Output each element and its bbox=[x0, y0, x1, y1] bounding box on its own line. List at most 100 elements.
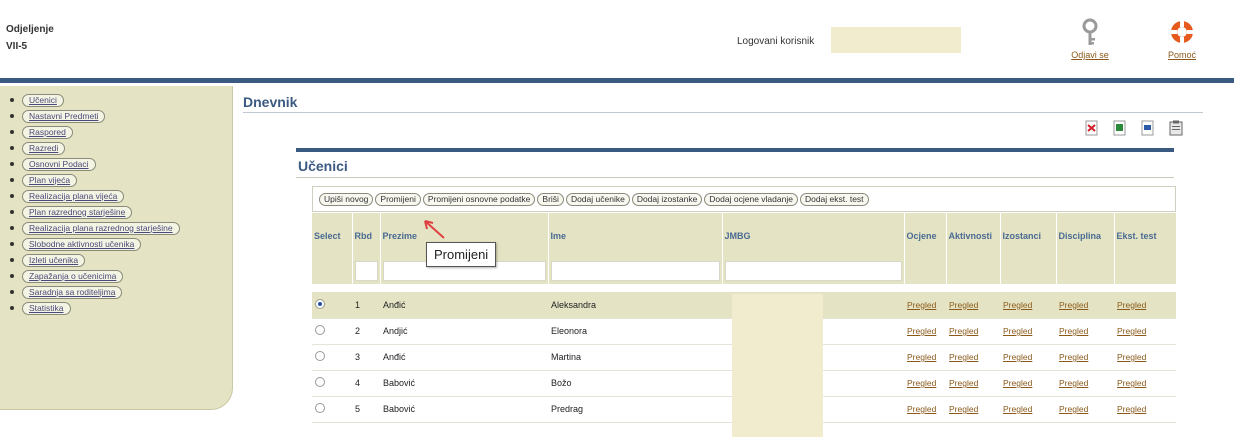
sidebar-item-realizacija-plana-vijeca[interactable]: Realizacija plana vijeća bbox=[10, 188, 232, 204]
column-header-ime[interactable]: Ime bbox=[548, 213, 723, 258]
sidebar-item-slobodne-aktivnosti[interactable]: Slobodne aktivnosti učenika bbox=[10, 236, 232, 252]
sidebar-item-label[interactable]: Realizacija plana razrednog starješine bbox=[22, 221, 180, 235]
sidebar-item-ucenici[interactable]: Učenici bbox=[10, 92, 232, 108]
cell-prezime: Andjić bbox=[380, 318, 548, 345]
ocjene-link[interactable]: Pregled bbox=[907, 300, 936, 310]
row-select-radio[interactable] bbox=[315, 351, 325, 361]
edit-button[interactable]: Promijeni bbox=[375, 192, 421, 206]
disciplina-link[interactable]: Pregled bbox=[1059, 300, 1088, 310]
filter-cell bbox=[312, 258, 353, 284]
column-header-aktivnosti[interactable]: Aktivnosti bbox=[946, 213, 1001, 258]
pdf-icon[interactable] bbox=[1085, 120, 1099, 136]
edit-basic-data-button[interactable]: Promijeni osnovne podatke bbox=[422, 192, 536, 206]
ekst-test-link[interactable]: Pregled bbox=[1117, 326, 1146, 336]
sidebar-item-label[interactable]: Raspored bbox=[22, 125, 73, 139]
row-select-radio[interactable] bbox=[315, 377, 325, 387]
add-conduct-grades-button[interactable]: Dodaj ocjene vladanje bbox=[704, 192, 798, 206]
logout-link[interactable]: Odjavi se bbox=[1065, 50, 1115, 60]
izostanci-link[interactable]: Pregled bbox=[1003, 326, 1032, 336]
sidebar-item-label[interactable]: Osnovni Podaci bbox=[22, 157, 96, 171]
sidebar-item-label[interactable]: Učenici bbox=[22, 93, 64, 107]
row-select-radio[interactable] bbox=[315, 298, 325, 309]
ekst-test-link[interactable]: Pregled bbox=[1117, 300, 1146, 310]
bullet-icon bbox=[10, 306, 14, 310]
sidebar-item-zapazanja[interactable]: Zapažanja o učenicima bbox=[10, 268, 232, 284]
add-new-button[interactable]: Upiši novog bbox=[319, 192, 374, 206]
column-header-rbd[interactable]: Rbd bbox=[352, 213, 381, 258]
filter-input-rbd[interactable] bbox=[354, 261, 378, 281]
ocjene-link[interactable]: Pregled bbox=[907, 352, 936, 362]
panel-divider bbox=[296, 148, 1174, 152]
sidebar-item-label[interactable]: Plan razrednog starješine bbox=[22, 205, 133, 219]
sidebar-item-label[interactable]: Zapažanja o učenicima bbox=[22, 269, 124, 283]
ekst-test-link[interactable]: Pregled bbox=[1117, 404, 1146, 414]
delete-button[interactable]: Briši bbox=[537, 192, 564, 206]
aktivnosti-link[interactable]: Pregled bbox=[949, 352, 978, 362]
sidebar-item-osnovni-podaci[interactable]: Osnovni Podaci bbox=[10, 156, 232, 172]
logout-button[interactable]: Odjavi se bbox=[1065, 18, 1115, 60]
ekst-test-link[interactable]: Pregled bbox=[1117, 378, 1146, 388]
disciplina-link[interactable]: Pregled bbox=[1059, 352, 1088, 362]
sidebar-item-raspored[interactable]: Raspored bbox=[10, 124, 232, 140]
disciplina-link[interactable]: Pregled bbox=[1059, 326, 1088, 336]
cell-prezime: Anđić bbox=[380, 292, 548, 319]
column-header-izostanci[interactable]: Izostanci bbox=[1000, 213, 1057, 258]
ocjene-link[interactable]: Pregled bbox=[907, 326, 936, 336]
filter-cell bbox=[1000, 258, 1057, 284]
column-header-jmbg[interactable]: JMBG bbox=[722, 213, 905, 258]
sidebar-nav: Učenici Nastavni Predmeti Raspored Razre… bbox=[0, 86, 233, 410]
row-select-radio[interactable] bbox=[315, 403, 325, 413]
add-ext-test-button[interactable]: Dodaj ekst. test bbox=[799, 192, 869, 206]
sidebar-item-label[interactable]: Plan vijeća bbox=[22, 173, 78, 187]
column-header-disciplina[interactable]: Disciplina bbox=[1056, 213, 1115, 258]
sidebar-item-plan-razrednog-starjesine[interactable]: Plan razrednog starješine bbox=[10, 204, 232, 220]
izostanci-link[interactable]: Pregled bbox=[1003, 378, 1032, 388]
sidebar-item-label[interactable]: Statistika bbox=[22, 301, 71, 315]
sidebar-item-label[interactable]: Izleti učenika bbox=[22, 253, 86, 267]
sidebar-item-razredi[interactable]: Razredi bbox=[10, 140, 232, 156]
sidebar-item-izleti-ucenika[interactable]: Izleti učenika bbox=[10, 252, 232, 268]
filter-cell bbox=[548, 258, 723, 284]
key-icon bbox=[1082, 18, 1098, 45]
ekst-test-link[interactable]: Pregled bbox=[1117, 352, 1146, 362]
clipboard-icon[interactable] bbox=[1169, 120, 1183, 136]
excel-icon[interactable] bbox=[1113, 120, 1127, 136]
sidebar-item-label[interactable]: Realizacija plana vijeća bbox=[22, 189, 125, 203]
add-absences-button[interactable]: Dodaj izostanke bbox=[631, 192, 703, 206]
izostanci-link[interactable]: Pregled bbox=[1003, 352, 1032, 362]
sidebar-item-statistika[interactable]: Statistika bbox=[10, 300, 232, 316]
filter-input-ime[interactable] bbox=[550, 261, 720, 281]
ocjene-link[interactable]: Pregled bbox=[907, 404, 936, 414]
cell-prezime: Babović bbox=[380, 396, 548, 423]
bullet-icon bbox=[10, 114, 14, 118]
column-header-ocjene[interactable]: Ocjene bbox=[904, 213, 947, 258]
filter-input-jmbg[interactable] bbox=[724, 261, 902, 281]
add-students-button[interactable]: Dodaj učenike bbox=[565, 192, 630, 206]
sidebar-item-saradnja[interactable]: Saradnja sa roditeljima bbox=[10, 284, 232, 300]
aktivnosti-link[interactable]: Pregled bbox=[949, 326, 978, 336]
sidebar-item-label[interactable]: Slobodne aktivnosti učenika bbox=[22, 237, 142, 251]
row-select-radio[interactable] bbox=[315, 325, 325, 335]
ocjene-link[interactable]: Pregled bbox=[907, 378, 936, 388]
sidebar-item-realizacija-plana-razrednog-starjesine[interactable]: Realizacija plana razrednog starješine bbox=[10, 220, 232, 236]
izostanci-link[interactable]: Pregled bbox=[1003, 300, 1032, 310]
sidebar-item-label[interactable]: Saradnja sa roditeljima bbox=[22, 285, 123, 299]
izostanci-link[interactable]: Pregled bbox=[1003, 404, 1032, 414]
disciplina-link[interactable]: Pregled bbox=[1059, 378, 1088, 388]
aktivnosti-link[interactable]: Pregled bbox=[949, 300, 978, 310]
cell-ime: Martina bbox=[548, 344, 722, 371]
header-divider bbox=[0, 78, 1234, 83]
word-icon[interactable] bbox=[1141, 120, 1155, 136]
sidebar-item-plan-vijeca[interactable]: Plan vijeća bbox=[10, 172, 232, 188]
disciplina-link[interactable]: Pregled bbox=[1059, 404, 1088, 414]
column-header-select[interactable]: Select bbox=[312, 213, 353, 258]
aktivnosti-link[interactable]: Pregled bbox=[949, 404, 978, 414]
sidebar-item-nastavni-predmeti[interactable]: Nastavni Predmeti bbox=[10, 108, 232, 124]
help-button[interactable]: Pomoć bbox=[1160, 18, 1204, 60]
sidebar-item-label[interactable]: Nastavni Predmeti bbox=[22, 109, 106, 123]
column-header-ekst-test[interactable]: Ekst. test bbox=[1114, 213, 1177, 258]
sidebar-item-label[interactable]: Razredi bbox=[22, 141, 66, 155]
aktivnosti-link[interactable]: Pregled bbox=[949, 378, 978, 388]
app-header: Odjeljenje VII-5 Logovani korisnik Odjav… bbox=[0, 0, 1234, 76]
help-link[interactable]: Pomoć bbox=[1160, 50, 1204, 60]
